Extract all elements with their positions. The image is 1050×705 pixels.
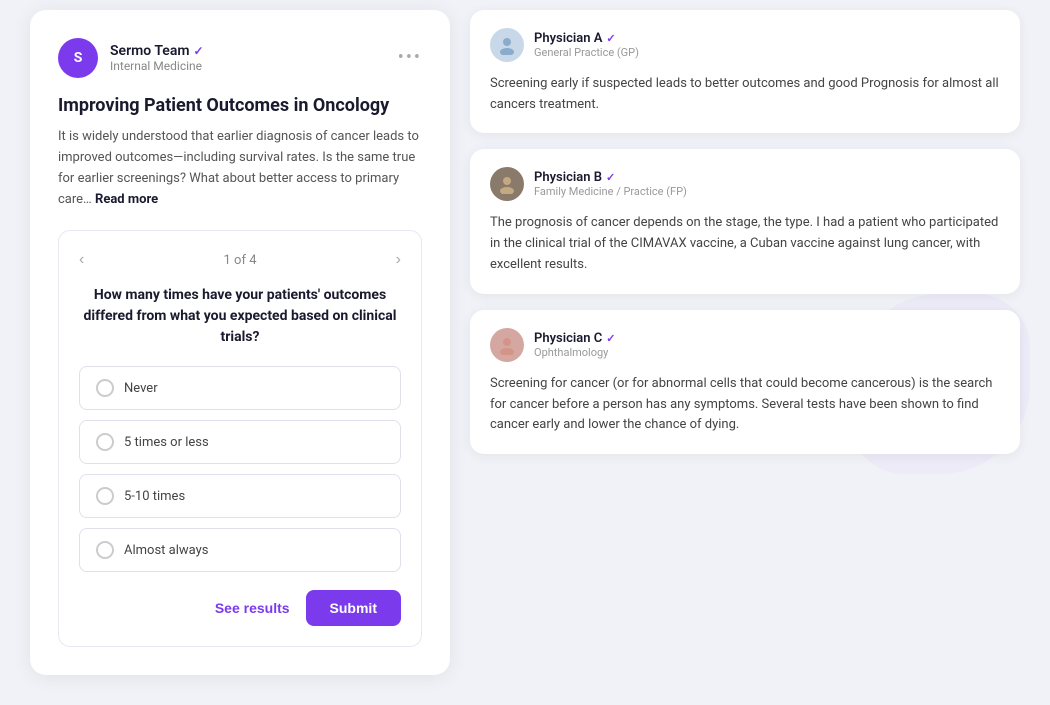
comment-author-info-a: Physician A ✓ General Practice (GP) (534, 31, 639, 59)
comment-header-a: Physician A ✓ General Practice (GP) (490, 28, 1000, 62)
author-avatar: S (58, 38, 98, 78)
comment-avatar-b (490, 167, 524, 201)
option-label-almost-always: Almost always (124, 543, 208, 558)
verified-b: ✓ (606, 171, 615, 184)
comment-author-info-c: Physician C ✓ Ophthalmology (534, 331, 615, 359)
main-post-card: S Sermo Team ✓ Internal Medicine ••• Imp… (30, 10, 450, 676)
comment-text-a: Screening early if suspected leads to be… (490, 74, 1000, 116)
author-info: Sermo Team ✓ Internal Medicine (110, 43, 204, 73)
author-name: Sermo Team ✓ (110, 43, 204, 59)
radio-almost-always (96, 541, 114, 559)
poll-option-1[interactable]: Never (79, 366, 401, 410)
poll-counter: 1 of 4 (224, 253, 257, 268)
comment-specialty-a: General Practice (GP) (534, 46, 639, 59)
comment-header-c: Physician C ✓ Ophthalmology (490, 328, 1000, 362)
comment-specialty-b: Family Medicine / Practice (FP) (534, 185, 687, 198)
comments-column: Physician A ✓ General Practice (GP) Scre… (470, 10, 1020, 454)
more-menu-button[interactable]: ••• (398, 47, 422, 68)
see-results-button[interactable]: See results (215, 600, 290, 616)
poll-next-button[interactable]: › (396, 251, 401, 269)
option-label-5-10: 5-10 times (124, 489, 185, 504)
poll-navigation: ‹ 1 of 4 › (79, 251, 401, 269)
poll-question: How many times have your patients' outco… (79, 285, 401, 348)
verified-c: ✓ (606, 332, 615, 345)
page-container: S Sermo Team ✓ Internal Medicine ••• Imp… (0, 0, 1050, 705)
comment-avatar-a (490, 28, 524, 62)
comment-card-a: Physician A ✓ General Practice (GP) Scre… (470, 10, 1020, 134)
post-title: Improving Patient Outcomes in Oncology (58, 94, 422, 117)
comment-author-name-c: Physician C ✓ (534, 331, 615, 346)
radio-5-or-less (96, 433, 114, 451)
comment-text-b: The prognosis of cancer depends on the s… (490, 213, 1000, 275)
radio-never (96, 379, 114, 397)
comment-specialty-c: Ophthalmology (534, 346, 615, 359)
comment-card-b: Physician B ✓ Family Medicine / Practice… (470, 149, 1020, 293)
poll-option-4[interactable]: Almost always (79, 528, 401, 572)
comment-author-name-b: Physician B ✓ (534, 170, 687, 185)
comment-author-name-a: Physician A ✓ (534, 31, 639, 46)
poll-actions: See results Submit (79, 590, 401, 626)
poll-box: ‹ 1 of 4 › How many times have your pati… (58, 230, 422, 647)
option-label-never: Never (124, 381, 158, 396)
comment-author-info-b: Physician B ✓ Family Medicine / Practice… (534, 170, 687, 198)
author-specialty: Internal Medicine (110, 59, 204, 73)
comment-text-c: Screening for cancer (or for abnormal ce… (490, 374, 1000, 436)
post-body: It is widely understood that earlier dia… (58, 127, 422, 210)
verified-a: ✓ (606, 32, 615, 45)
poll-option-2[interactable]: 5 times or less (79, 420, 401, 464)
verified-icon: ✓ (194, 44, 204, 58)
poll-options: Never 5 times or less 5-10 times Almost … (79, 366, 401, 572)
option-label-5-or-less: 5 times or less (124, 435, 209, 450)
card-header: S Sermo Team ✓ Internal Medicine ••• (58, 38, 422, 78)
read-more-link[interactable]: Read more (95, 192, 158, 207)
poll-prev-button[interactable]: ‹ (79, 251, 84, 269)
comment-header-b: Physician B ✓ Family Medicine / Practice… (490, 167, 1000, 201)
radio-5-10 (96, 487, 114, 505)
comment-avatar-c (490, 328, 524, 362)
poll-option-3[interactable]: 5-10 times (79, 474, 401, 518)
comment-card-c: Physician C ✓ Ophthalmology Screening fo… (470, 310, 1020, 454)
author-section: S Sermo Team ✓ Internal Medicine (58, 38, 204, 78)
submit-button[interactable]: Submit (306, 590, 401, 626)
